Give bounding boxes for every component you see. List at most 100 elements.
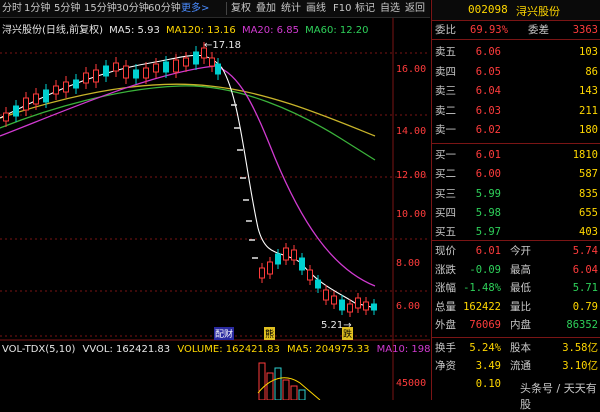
statistics-button[interactable]: 统计 — [281, 0, 301, 17]
candle-body — [93, 69, 99, 83]
tab-timeshare[interactable]: 分时 — [2, 0, 22, 17]
row-label: 买一 — [435, 149, 456, 161]
stat-label: 股本 — [510, 342, 531, 354]
candle-body — [113, 62, 119, 72]
volume-bar — [282, 379, 290, 400]
price-tick: 14.00 — [396, 126, 427, 137]
event-flag[interactable]: 熊 — [264, 327, 276, 340]
bid-row[interactable]: 买五 5.97 403 — [432, 224, 600, 240]
event-flag[interactable]: 跌 — [342, 327, 354, 340]
row-price: 5.97 — [475, 226, 501, 239]
overlay-button[interactable]: 叠加 — [256, 0, 276, 17]
volume-bar — [274, 367, 282, 400]
stat-label: 换手 — [435, 342, 456, 354]
tab-5min[interactable]: 5分钟 — [54, 0, 80, 17]
row-label: 卖四 — [435, 65, 456, 78]
stock-name: 浔兴股份 — [516, 5, 560, 18]
quote-stat-row: 现价 6.01 今开 5.74 — [432, 243, 600, 259]
candle-body — [215, 63, 221, 75]
candle-body — [299, 257, 305, 271]
stat-value: 5.71 — [572, 282, 598, 294]
row-label: 买四 — [435, 206, 456, 219]
stat-value: 162422 — [463, 300, 501, 313]
weicha-value: 3363 — [572, 24, 598, 36]
tab-30min[interactable]: 30分钟 — [116, 0, 149, 17]
stat-value: 3.10亿 — [562, 360, 598, 372]
stat-value: 5.74 — [572, 245, 598, 257]
quote-stat-row: 涨幅 -1.48% 最低 5.71 — [432, 280, 600, 296]
candle-body — [363, 301, 369, 311]
row-label: 买五 — [435, 226, 456, 239]
candle-body — [291, 249, 297, 261]
ask-row[interactable]: 卖一 6.02 180 — [432, 122, 600, 138]
divider — [432, 143, 600, 144]
quote-stat-row: 净资 3.49 流通 3.10亿 — [432, 358, 600, 374]
volume-bar — [258, 362, 266, 400]
ask-row[interactable]: 卖二 6.03 211 — [432, 103, 600, 119]
candle-body — [143, 67, 149, 79]
candle-body — [355, 297, 361, 309]
kline-chart[interactable] — [0, 18, 430, 400]
bid-row[interactable]: 买三 5.99 835 — [432, 186, 600, 202]
stock-code: 002098 — [468, 3, 508, 16]
bid-row[interactable]: 买一 6.01 1810 — [432, 147, 600, 163]
watchlist-button[interactable]: 自选 — [380, 0, 400, 17]
stat-label: 内盘 — [510, 319, 531, 331]
tab-more[interactable]: 更多> — [181, 0, 209, 17]
ma120-legend: MA120: 13.16 — [166, 25, 236, 36]
quote-panel: 002098 浔兴股份 委比 69.93% 委差 3363 卖五 6.06 103 卖… — [431, 0, 600, 400]
stat-label: 涨跌 — [435, 263, 456, 276]
candle-body — [133, 69, 139, 79]
candle-body — [331, 295, 337, 305]
stat-value: 6.01 — [475, 245, 501, 257]
weicha-label: 委差 — [528, 24, 549, 36]
stat-label: 涨幅 — [435, 282, 456, 294]
candle-body — [3, 112, 9, 122]
chart-title: 浔兴股份(日线,前复权) — [2, 25, 103, 36]
row-label: 买三 — [435, 187, 456, 200]
tab-60min[interactable]: 60分钟 — [148, 0, 181, 17]
stat-label: 流通 — [510, 360, 531, 372]
row-price: 6.01 — [475, 149, 501, 161]
divider — [432, 39, 600, 40]
vol-ma5-value: MA5: 204975.33 — [287, 344, 370, 355]
bid-row[interactable]: 买四 5.98 655 — [432, 205, 600, 221]
quote-stat-row: 换手 5.24% 股本 3.58亿 — [432, 340, 600, 356]
candle-body — [275, 253, 281, 265]
candle-body — [153, 63, 159, 73]
draw-line-button[interactable]: 画线 — [306, 0, 326, 17]
event-flag[interactable]: 配财 — [214, 327, 235, 340]
watermark: 头条号 / 天天有股 — [520, 382, 597, 411]
volume-bar — [266, 372, 274, 400]
mark-button[interactable]: 标记 — [355, 0, 375, 17]
candle-body — [73, 79, 79, 89]
weibi-value: 69.93% — [470, 24, 508, 36]
ask-row[interactable]: 卖五 6.06 103 — [432, 44, 600, 60]
stat-label: 外盘 — [435, 319, 456, 331]
row-price: 6.03 — [475, 104, 501, 117]
ask-row[interactable]: 卖三 6.04 143 — [432, 83, 600, 99]
back-button[interactable]: 返回 — [405, 0, 425, 17]
ask-row[interactable]: 卖四 6.05 86 — [432, 64, 600, 80]
candle-body — [33, 93, 39, 105]
candle-body — [347, 303, 353, 313]
restore-rights-button[interactable]: 复权 — [231, 0, 251, 17]
row-label: 卖二 — [435, 104, 456, 117]
candle-body — [123, 65, 129, 79]
candle-body — [23, 97, 29, 111]
stat-value: 6.04 — [572, 263, 598, 276]
bid-row[interactable]: 买二 6.00 587 — [432, 166, 600, 182]
tab-1min[interactable]: 1分钟 — [24, 0, 50, 17]
candle-body — [283, 247, 289, 261]
stat-value: 0.10 — [475, 378, 501, 390]
divider — [432, 337, 600, 338]
candle-body — [13, 105, 19, 117]
candle-body — [259, 267, 265, 279]
f10-button[interactable]: F10 — [333, 0, 351, 17]
row-volume: 180 — [579, 124, 598, 136]
tab-15min[interactable]: 15分钟 — [84, 0, 117, 17]
price-tick: 8.00 — [396, 258, 421, 269]
candle-body — [163, 61, 169, 73]
volume-indicator-name[interactable]: VOL-TDX(5,10) — [2, 344, 75, 355]
price-tick: 10.00 — [396, 209, 427, 220]
